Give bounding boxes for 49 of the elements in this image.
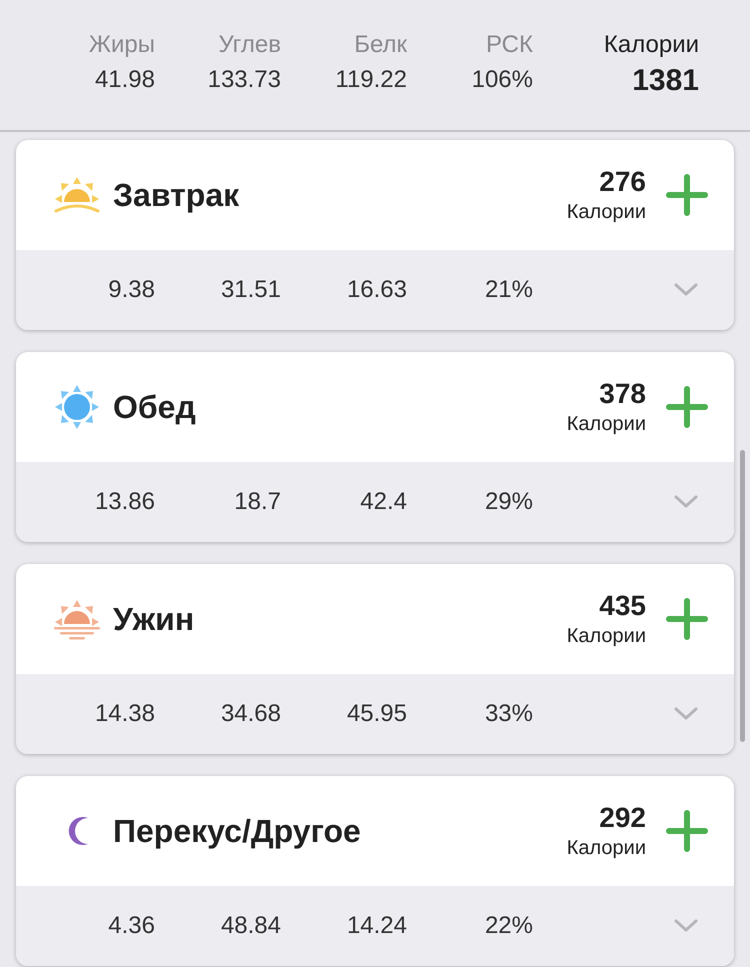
scrollbar[interactable] [740, 450, 745, 742]
column-value: 106% [472, 65, 533, 95]
column-value: 133.73 [208, 65, 281, 95]
add-icon[interactable] [666, 598, 708, 640]
meal-value: 22% [484, 912, 533, 940]
chevron-down-icon[interactable] [674, 919, 698, 933]
calories-total: 1381 [632, 63, 699, 99]
chevron-down-icon[interactable] [674, 283, 698, 297]
meal-value: 42.4 [359, 488, 407, 516]
calories-label: Калории [566, 836, 646, 861]
meal-title: Ужин [113, 600, 196, 638]
meal-value: 33% [484, 700, 533, 728]
meal-calories: 292 [599, 801, 646, 835]
calories-label: Калории [566, 200, 646, 225]
meal-value: 13.86 [94, 488, 155, 516]
column-label: Углев [218, 30, 281, 60]
chevron-down-icon[interactable] [674, 707, 698, 721]
meal-value: 45.95 [346, 700, 407, 728]
add-icon[interactable] [666, 386, 708, 428]
calories-label: Калории [566, 412, 646, 437]
meal-value: 29% [484, 488, 533, 516]
meal-title: Завтрак [113, 176, 240, 214]
meal-calories: 276 [599, 165, 646, 199]
add-icon[interactable] [666, 174, 708, 216]
meal-value: 31.51 [220, 276, 281, 304]
calories-label: Калории [604, 30, 699, 60]
chevron-down-icon[interactable] [674, 495, 698, 509]
meal-value: 48.84 [220, 912, 281, 940]
column-label: РСК [486, 30, 533, 60]
meal-title: Перекус/Другое [113, 812, 362, 850]
column-label: Белк [354, 30, 407, 60]
column-label: Жиры [88, 30, 155, 60]
meal-calories: 435 [599, 589, 646, 623]
meal-value: 16.63 [346, 276, 407, 304]
calories-label: Калории [566, 624, 646, 649]
meal-value: 14.24 [346, 912, 407, 940]
add-icon[interactable] [666, 810, 708, 852]
meal-title: Обед [113, 388, 197, 426]
meal-calories: 378 [599, 377, 646, 411]
meal-value: 21% [484, 276, 533, 304]
meal-value: 18.7 [233, 488, 281, 516]
column-value: 41.98 [94, 65, 155, 95]
column-value: 119.22 [335, 65, 407, 95]
meal-value: 4.36 [107, 912, 155, 940]
meal-value: 9.38 [107, 276, 155, 304]
meal-value: 34.68 [220, 700, 281, 728]
sunrise-icon [52, 175, 102, 215]
sunset-icon [52, 598, 102, 640]
meal-value: 14.38 [94, 700, 155, 728]
